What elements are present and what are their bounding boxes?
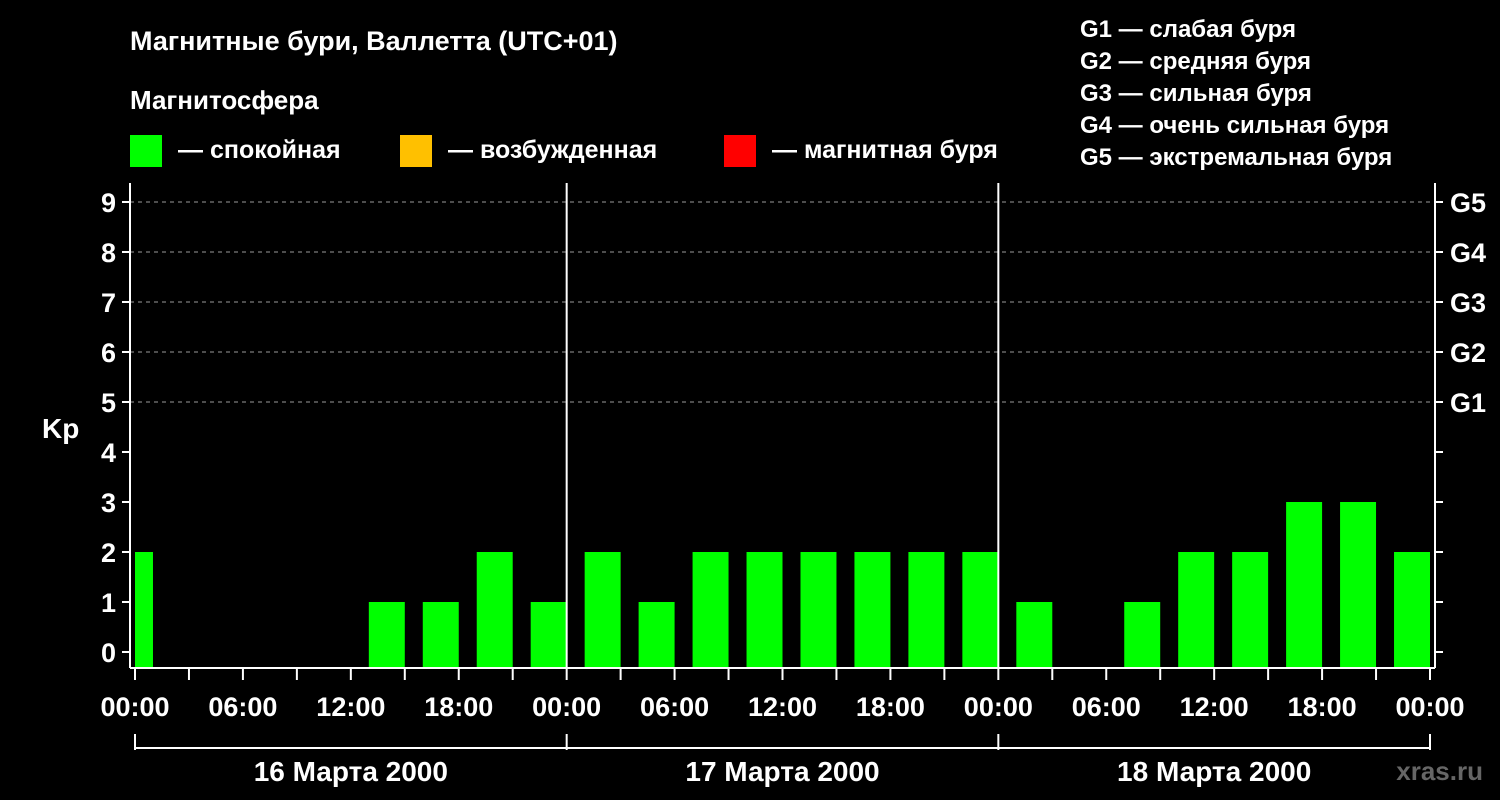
storm-label-g4: G4: [1450, 238, 1486, 268]
kp-bar-1: [368, 602, 405, 668]
kp-bar-8: [746, 552, 783, 668]
kp-bar-18: [1340, 502, 1377, 668]
storm-label-g3: G3: [1450, 288, 1486, 318]
kp-bar-10: [854, 552, 891, 668]
kp-bar-12: [962, 552, 999, 668]
y-tick-label-8: 8: [101, 238, 116, 268]
legend-heading: Магнитосфера: [130, 85, 319, 115]
storm-label-g1: G1: [1450, 388, 1486, 418]
storm-level-g5: G5 — экстремальная буря: [1080, 144, 1392, 171]
x-tick-label-6: 12:00: [748, 692, 817, 722]
x-tick-label-8: 00:00: [964, 692, 1033, 722]
storm-label-g2: G2: [1450, 338, 1486, 368]
x-tick-label-7: 18:00: [856, 692, 925, 722]
day-label-0: 16 Марта 2000: [254, 756, 448, 787]
kp-bar-0: [135, 552, 153, 668]
legend-swatch-storm: [724, 135, 756, 167]
y-tick-label-6: 6: [101, 338, 116, 368]
kp-bar-16: [1232, 552, 1269, 668]
x-tick-label-9: 06:00: [1072, 692, 1141, 722]
legend-swatch-active: [400, 135, 432, 167]
y-tick-label-5: 5: [101, 388, 116, 418]
x-tick-label-2: 12:00: [316, 692, 385, 722]
y-tick-label-3: 3: [101, 488, 116, 518]
storm-level-g4: G4 — очень сильная буря: [1080, 112, 1389, 139]
y-tick-label-0: 0: [101, 638, 116, 668]
legend-label-quiet: — спокойная: [178, 136, 341, 164]
kp-bar-13: [1016, 602, 1053, 668]
kp-bar-17: [1286, 502, 1323, 668]
storm-level-g1: G1 — слабая буря: [1080, 16, 1296, 43]
kp-chart: Магнитные бури, Валлетта (UTC+01) Магнит…: [0, 0, 1500, 800]
x-tick-label-5: 06:00: [640, 692, 709, 722]
chart-title: Магнитные бури, Валлетта (UTC+01): [130, 26, 618, 56]
x-tick-label-11: 18:00: [1288, 692, 1357, 722]
kp-bar-6: [638, 602, 675, 668]
legend: — спокойная — возбужденная — магнитная б…: [130, 135, 998, 167]
kp-bar-2: [422, 602, 459, 668]
x-tick-label-4: 00:00: [532, 692, 601, 722]
y-axis-label: Kp: [42, 413, 79, 444]
x-tick-label-10: 12:00: [1180, 692, 1249, 722]
day-label-2: 18 Марта 2000: [1117, 756, 1311, 787]
x-tick-label-1: 06:00: [208, 692, 277, 722]
legend-label-storm: — магнитная буря: [772, 136, 998, 164]
storm-label-g5: G5: [1450, 188, 1486, 218]
y-tick-label-9: 9: [101, 188, 116, 218]
x-tick-label-3: 18:00: [424, 692, 493, 722]
storm-level-g2: G2 — средняя буря: [1080, 48, 1311, 75]
kp-bar-15: [1178, 552, 1215, 668]
y-tick-label-2: 2: [101, 538, 116, 568]
x-tick-label-0: 00:00: [100, 692, 169, 722]
x-tick-label-12: 00:00: [1395, 692, 1464, 722]
kp-bar-14: [1124, 602, 1161, 668]
legend-swatch-quiet: [130, 135, 162, 167]
storm-level-g3: G3 — сильная буря: [1080, 80, 1312, 107]
kp-bar-4: [530, 602, 567, 668]
kp-bar-19: [1394, 552, 1430, 668]
kp-bar-3: [476, 552, 513, 668]
legend-label-active: — возбужденная: [448, 136, 657, 164]
y-tick-label-1: 1: [101, 588, 116, 618]
watermark: xras.ru: [1396, 756, 1483, 786]
kp-bar-7: [692, 552, 729, 668]
kp-bar-11: [908, 552, 945, 668]
day-label-1: 17 Марта 2000: [685, 756, 879, 787]
kp-bar-5: [584, 552, 621, 668]
y-tick-label-7: 7: [101, 288, 116, 318]
y-tick-label-4: 4: [101, 438, 116, 468]
kp-bar-9: [800, 552, 837, 668]
